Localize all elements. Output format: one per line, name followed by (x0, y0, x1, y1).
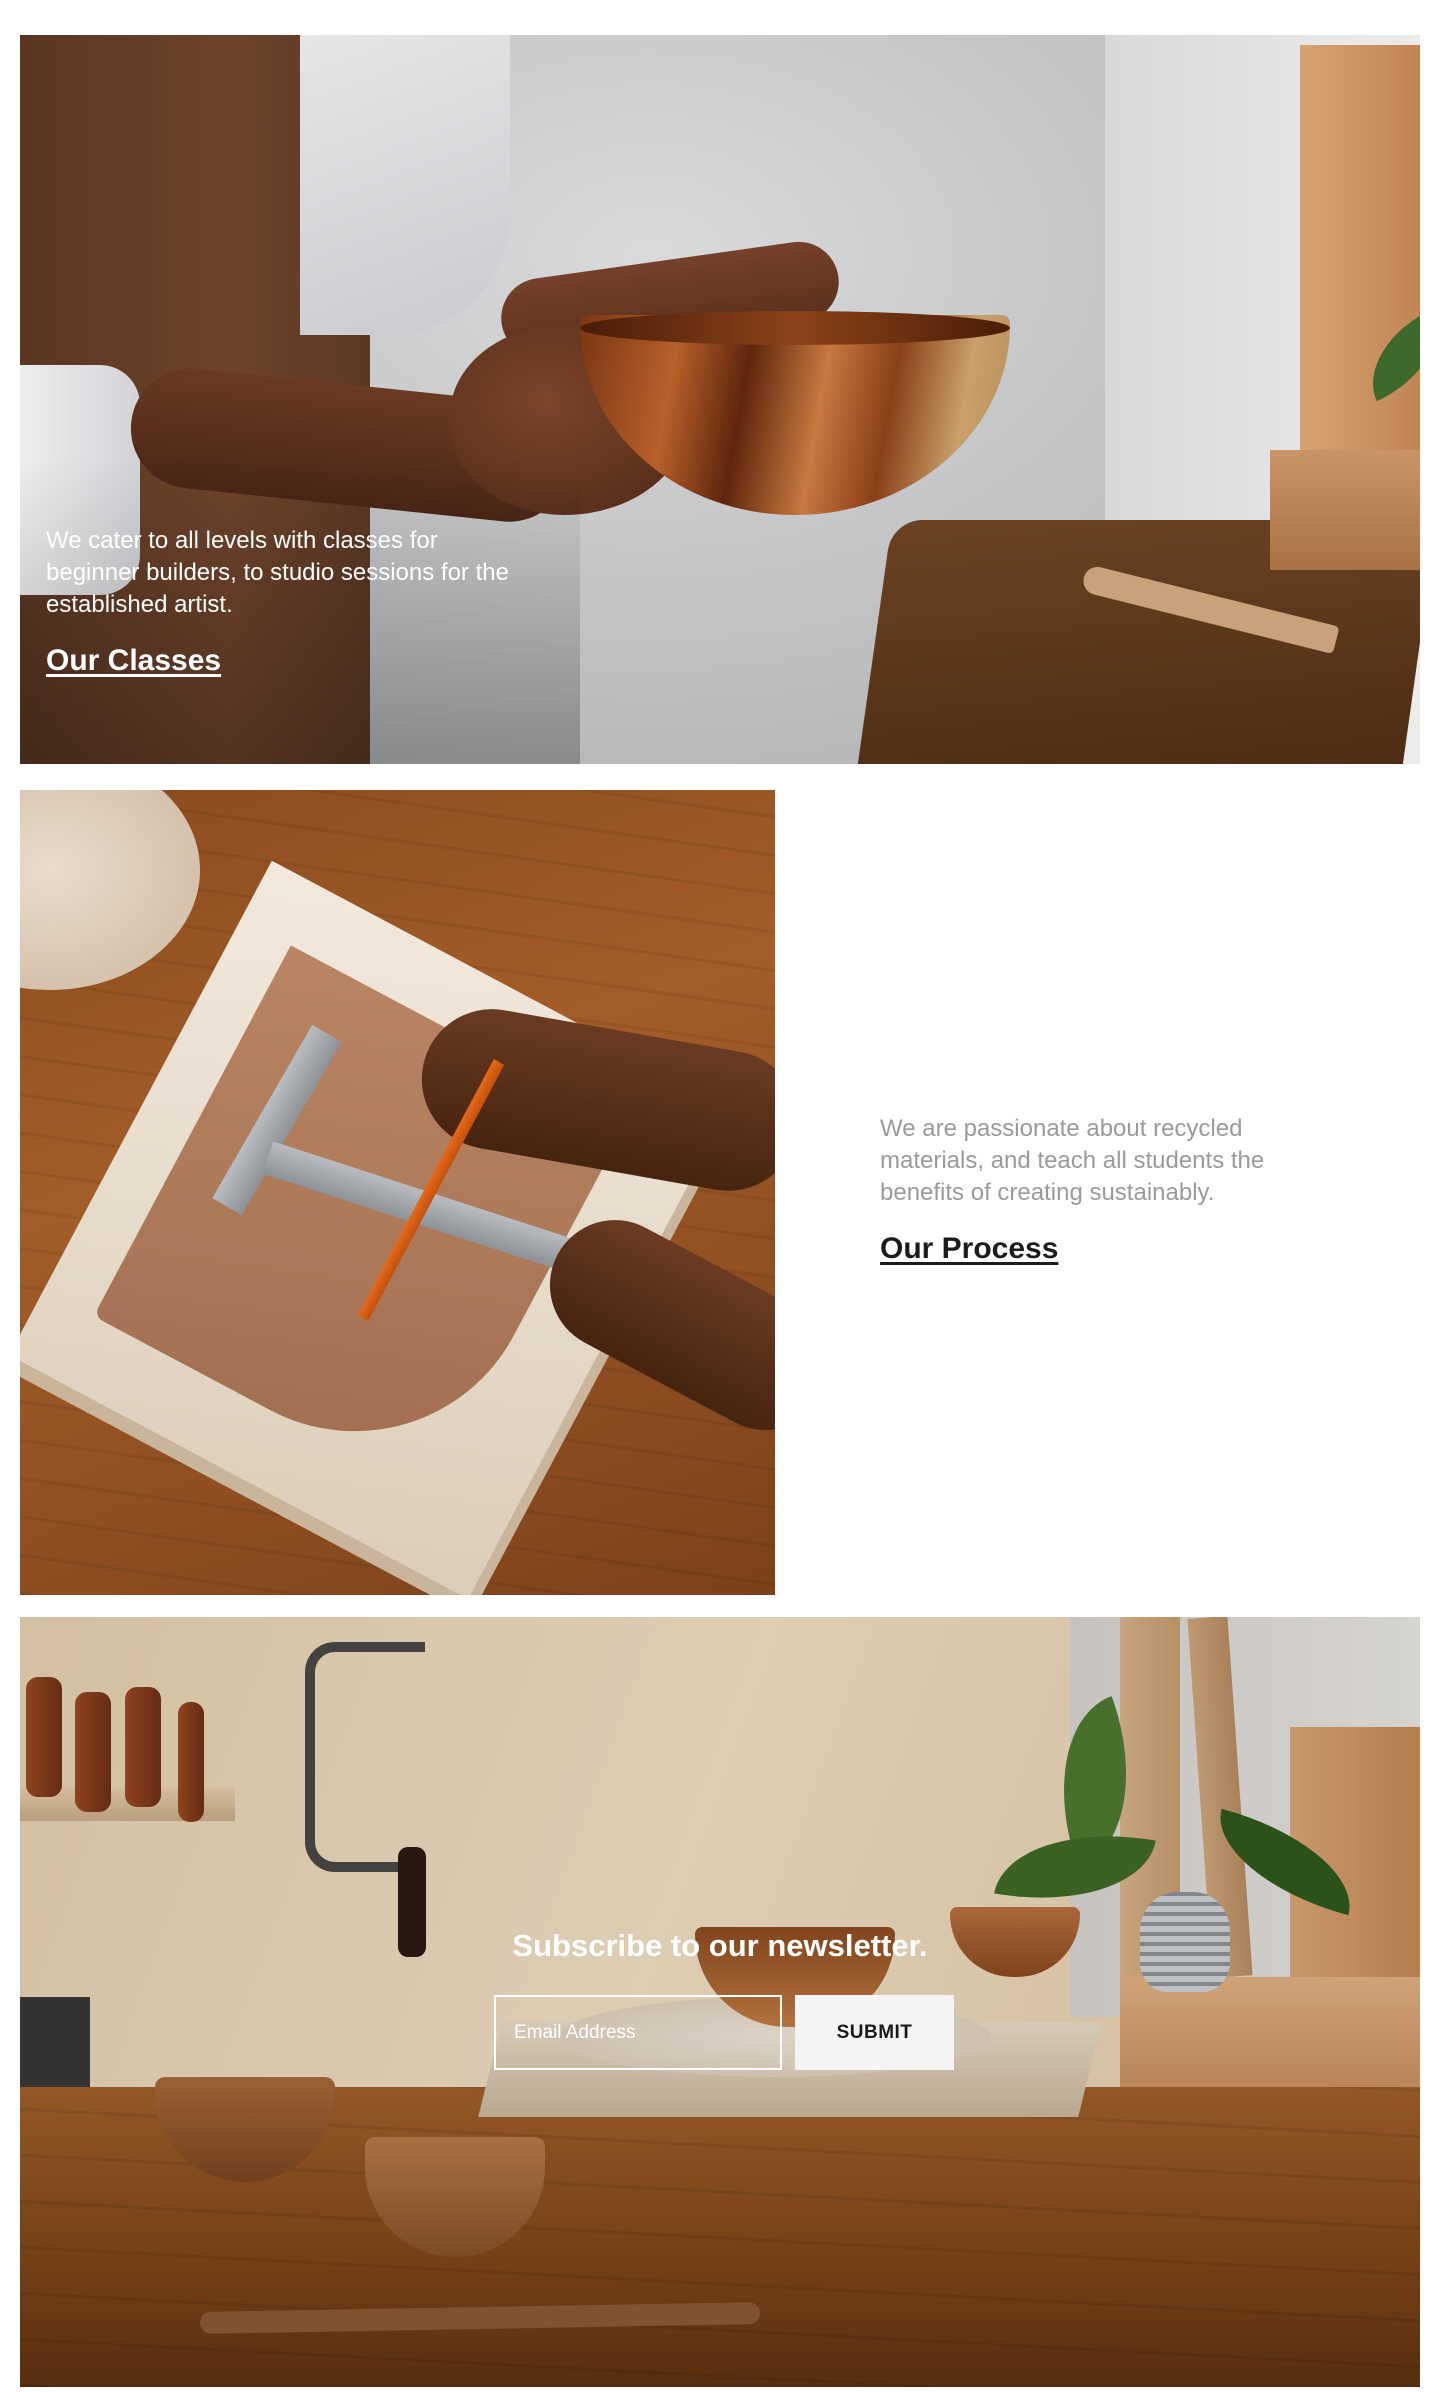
newsletter-section: Subscribe to our newsletter. SUBMIT (20, 1617, 1420, 2387)
email-input[interactable] (494, 1995, 782, 2070)
process-copy: We are passionate about recycled materia… (880, 1113, 1330, 1267)
process-image (20, 790, 775, 1595)
our-classes-link[interactable]: Our Classes (46, 643, 221, 679)
newsletter-title: Subscribe to our newsletter. (512, 1928, 928, 1963)
classes-description: We cater to all levels with classes for … (46, 527, 509, 618)
submit-button[interactable]: SUBMIT (795, 1995, 954, 2070)
newsletter-form: SUBMIT (494, 1995, 954, 2070)
our-process-link[interactable]: Our Process (880, 1231, 1058, 1267)
process-description: We are passionate about recycled materia… (880, 1115, 1265, 1206)
classes-copy: We cater to all levels with classes for … (46, 525, 516, 679)
